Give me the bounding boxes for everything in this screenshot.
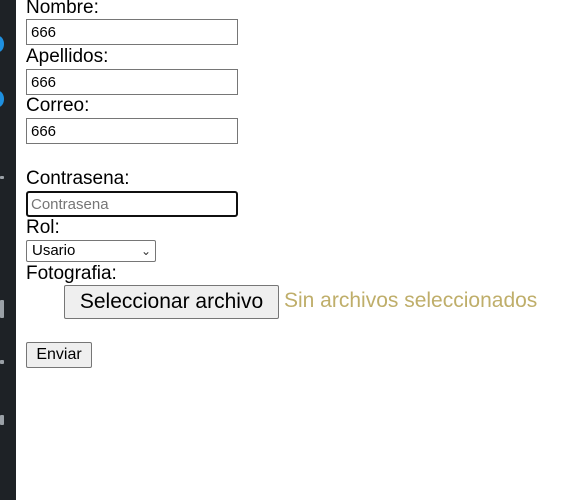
nombre-label: Nombre:	[26, 0, 99, 18]
left-sidebar-strip	[0, 0, 16, 500]
sidebar-mark	[0, 415, 4, 425]
fotografia-label: Fotografia:	[26, 263, 117, 284]
rol-select[interactable]: Usario ⌄	[26, 240, 156, 262]
rol-label: Rol:	[26, 217, 60, 238]
sidebar-mark	[0, 176, 4, 179]
select-file-button[interactable]: Seleccionar archivo	[64, 285, 279, 319]
sidebar-blue-dot-icon[interactable]	[0, 91, 4, 107]
rol-selected-value: Usario	[32, 242, 76, 259]
registration-form: Nombre: Apellidos: Correo: Contrasena: R…	[26, 0, 564, 500]
apellidos-label: Apellidos:	[26, 46, 109, 67]
correo-label: Correo:	[26, 95, 90, 116]
contrasena-input[interactable]	[26, 191, 238, 217]
sidebar-mark	[0, 360, 4, 364]
correo-input[interactable]	[26, 118, 238, 144]
submit-button[interactable]: Enviar	[26, 342, 92, 368]
nombre-input[interactable]	[26, 19, 238, 45]
sidebar-blue-dot-icon[interactable]	[0, 36, 4, 52]
sidebar-mark	[0, 300, 4, 318]
file-status-text: Sin archivos seleccionados	[284, 289, 538, 312]
chevron-down-icon: ⌄	[140, 244, 151, 258]
apellidos-input[interactable]	[26, 69, 238, 95]
contrasena-label: Contrasena:	[26, 168, 130, 189]
